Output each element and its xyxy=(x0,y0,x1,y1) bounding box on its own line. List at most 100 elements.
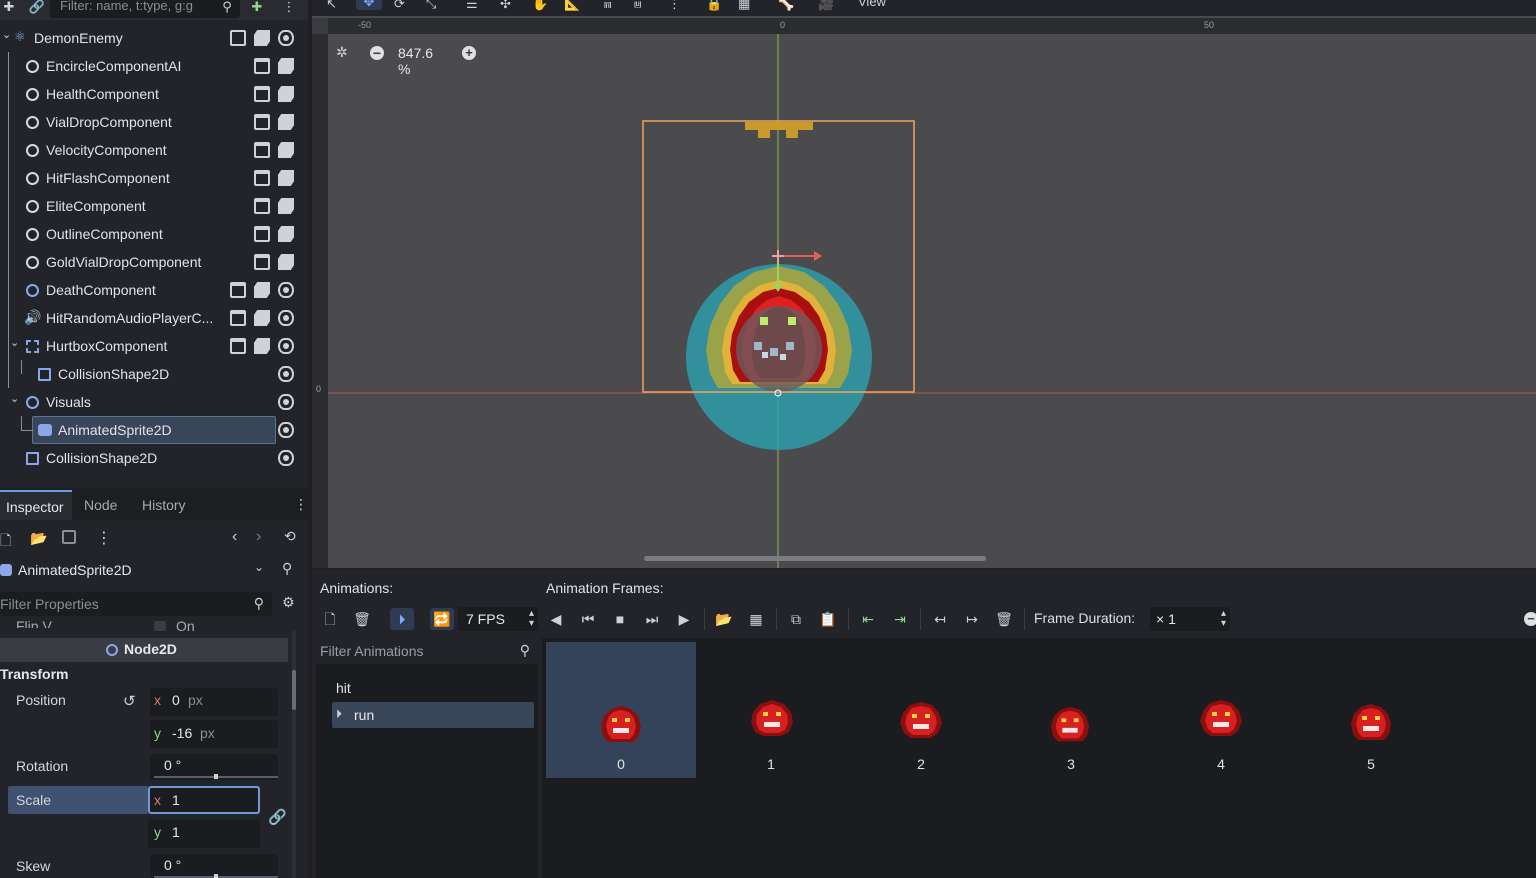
delete-frame-icon[interactable]: 🗑 xyxy=(994,610,1014,628)
script-icon[interactable] xyxy=(254,310,270,326)
script-icon[interactable] xyxy=(278,114,294,130)
chevron-down-icon[interactable]: ⌄ xyxy=(254,560,264,574)
loop-icon[interactable]: 🔁 xyxy=(430,608,454,630)
view-menu[interactable]: View xyxy=(858,0,886,9)
history-back-icon[interactable]: ‹ xyxy=(232,528,237,546)
add-node-icon[interactable]: ✚ xyxy=(0,0,18,16)
inspector-scrollbar-thumb[interactable] xyxy=(292,670,296,710)
spinner-icon[interactable]: ▴ ▾ xyxy=(1221,609,1226,629)
history-forward-icon[interactable]: › xyxy=(256,528,261,546)
scale-tool-icon[interactable]: ⤡ xyxy=(426,0,436,12)
object-history-icon[interactable]: ⟲ xyxy=(284,528,296,545)
frame-item[interactable]: 2 xyxy=(846,642,996,778)
more-options-icon[interactable]: ⋮ xyxy=(668,0,681,12)
chevron-down-icon[interactable]: ⌄ xyxy=(2,28,11,41)
tree-item-visuals[interactable]: ⌄ Visuals xyxy=(0,388,306,416)
frame-item[interactable]: 5 xyxy=(1296,642,1446,778)
delete-animation-icon[interactable]: 🗑 xyxy=(352,610,372,628)
inspector-scrollbar[interactable] xyxy=(292,630,296,878)
film-icon[interactable] xyxy=(230,282,246,298)
tab-node[interactable]: Node xyxy=(78,490,123,520)
tree-item-encircle[interactable]: EncircleComponentAI xyxy=(0,52,306,80)
scale-y-field[interactable]: y 1 xyxy=(148,820,260,848)
scale-x-field[interactable]: x 1 xyxy=(148,786,260,814)
tree-item-hurtbox[interactable]: ⌄ HurtboxComponent xyxy=(0,332,306,360)
link-icon[interactable]: 🔗 xyxy=(28,0,46,16)
visibility-eye-icon[interactable] xyxy=(278,282,294,298)
new-resource-icon[interactable]: 🗋 xyxy=(0,530,11,554)
tree-item-hit-flash[interactable]: HitFlashComponent xyxy=(0,164,306,192)
node2d-section-header[interactable]: Node2D xyxy=(0,638,288,662)
canvas-hscroll-thumb[interactable] xyxy=(644,556,986,561)
animation-item-run[interactable]: ⏵ run xyxy=(332,702,534,728)
film-icon[interactable] xyxy=(254,86,270,102)
flip-v-checkbox[interactable] xyxy=(154,621,166,631)
chevron-down-icon[interactable]: ⌄ xyxy=(10,336,19,349)
lock-icon[interactable]: 🔒 xyxy=(706,0,722,12)
tree-item-death[interactable]: DeathComponent xyxy=(0,276,306,304)
film-icon[interactable] xyxy=(254,198,270,214)
tree-item-vial-drop[interactable]: VialDropComponent xyxy=(0,108,306,136)
skeleton-icon[interactable]: 🦴 xyxy=(778,0,794,12)
tree-item-animated-sprite[interactable]: AnimatedSprite2D xyxy=(0,416,306,444)
script-icon[interactable] xyxy=(254,30,270,46)
visibility-eye-icon[interactable] xyxy=(278,338,294,354)
film-icon[interactable] xyxy=(254,170,270,186)
play-backwards-icon[interactable]: ◀ xyxy=(546,610,566,628)
frame-duration-field[interactable]: × 1 ▴ ▾ xyxy=(1150,607,1230,631)
open-folder-icon[interactable]: 📂 xyxy=(30,530,47,547)
tree-item-hit-audio[interactable]: 🔊 HitRandomAudioPlayerC... xyxy=(0,304,306,332)
tree-item-outline[interactable]: OutlineComponent xyxy=(0,220,306,248)
script-icon[interactable] xyxy=(278,198,294,214)
zoom-level[interactable]: 847.6 % xyxy=(398,45,433,77)
filter-animations-input[interactable]: Filter Animations ⚲ xyxy=(316,638,538,664)
insert-after-icon[interactable]: ⇥ xyxy=(890,610,910,628)
script-icon[interactable] xyxy=(278,170,294,186)
autoplay-icon[interactable]: ⏵ xyxy=(390,608,414,630)
film-icon[interactable] xyxy=(254,114,270,130)
tree-item-health[interactable]: HealthComponent xyxy=(0,80,306,108)
rotate-tool-icon[interactable]: ⟳ xyxy=(394,0,405,12)
load-frame-icon[interactable]: 📂 xyxy=(714,610,734,628)
zoom-out-icon[interactable]: − xyxy=(370,46,384,60)
select-tool-icon[interactable]: ↖ xyxy=(326,0,337,12)
sprite-sheet-icon[interactable]: ▦ xyxy=(746,610,766,628)
more-options-icon[interactable]: ⋮ xyxy=(280,0,298,16)
ruler-tool-icon[interactable]: 📐 xyxy=(564,0,580,12)
film-icon[interactable] xyxy=(254,58,270,74)
frame-item[interactable]: 1 xyxy=(696,642,846,778)
script-icon[interactable] xyxy=(278,58,294,74)
film-icon[interactable] xyxy=(230,310,246,326)
move-left-icon[interactable]: ↤ xyxy=(930,610,950,628)
revert-icon[interactable]: ↺ xyxy=(123,692,136,710)
film-icon[interactable] xyxy=(230,338,246,354)
script-icon[interactable] xyxy=(278,254,294,270)
pivot-tool-icon[interactable]: ✣ xyxy=(500,0,511,12)
stop-icon[interactable]: ■ xyxy=(610,610,630,628)
rotation-field[interactable]: 0 ° xyxy=(150,754,278,780)
tree-item-gold-vial-drop[interactable]: GoldVialDropComponent xyxy=(0,248,306,276)
add-animation-icon[interactable]: 🗋 xyxy=(320,610,340,628)
skew-slider-knob[interactable] xyxy=(214,874,218,878)
script-icon[interactable] xyxy=(278,86,294,102)
move-tool-icon[interactable]: ✥ xyxy=(356,0,382,10)
skew-field[interactable]: 0 ° xyxy=(150,854,278,878)
group-icon[interactable]: ▦ xyxy=(738,0,750,12)
open-scene-icon[interactable] xyxy=(230,30,246,46)
center-view-icon[interactable]: ✲ xyxy=(336,44,348,61)
tree-item-velocity[interactable]: VelocityComponent xyxy=(0,136,306,164)
visibility-eye-icon[interactable] xyxy=(278,310,294,326)
visibility-eye-icon[interactable] xyxy=(278,422,294,438)
more-options-icon[interactable]: ⋮ xyxy=(96,528,112,548)
frame-item[interactable]: 0 xyxy=(546,642,696,778)
film-icon[interactable] xyxy=(254,254,270,270)
animation-item-hit[interactable]: hit xyxy=(336,680,351,696)
selected-node-name[interactable]: AnimatedSprite2D xyxy=(18,562,132,578)
visibility-eye-icon[interactable] xyxy=(278,366,294,382)
canvas-2d[interactable] xyxy=(328,34,1536,568)
tree-item-demon-enemy[interactable]: ⌄ ⚛ DemonEnemy xyxy=(0,24,306,52)
smart-snap-icon[interactable]: ⩎ xyxy=(604,0,611,12)
script-icon[interactable] xyxy=(254,338,270,354)
grid-snap-icon[interactable]: ⩏ xyxy=(634,0,641,12)
tab-inspector[interactable]: Inspector xyxy=(0,490,72,520)
